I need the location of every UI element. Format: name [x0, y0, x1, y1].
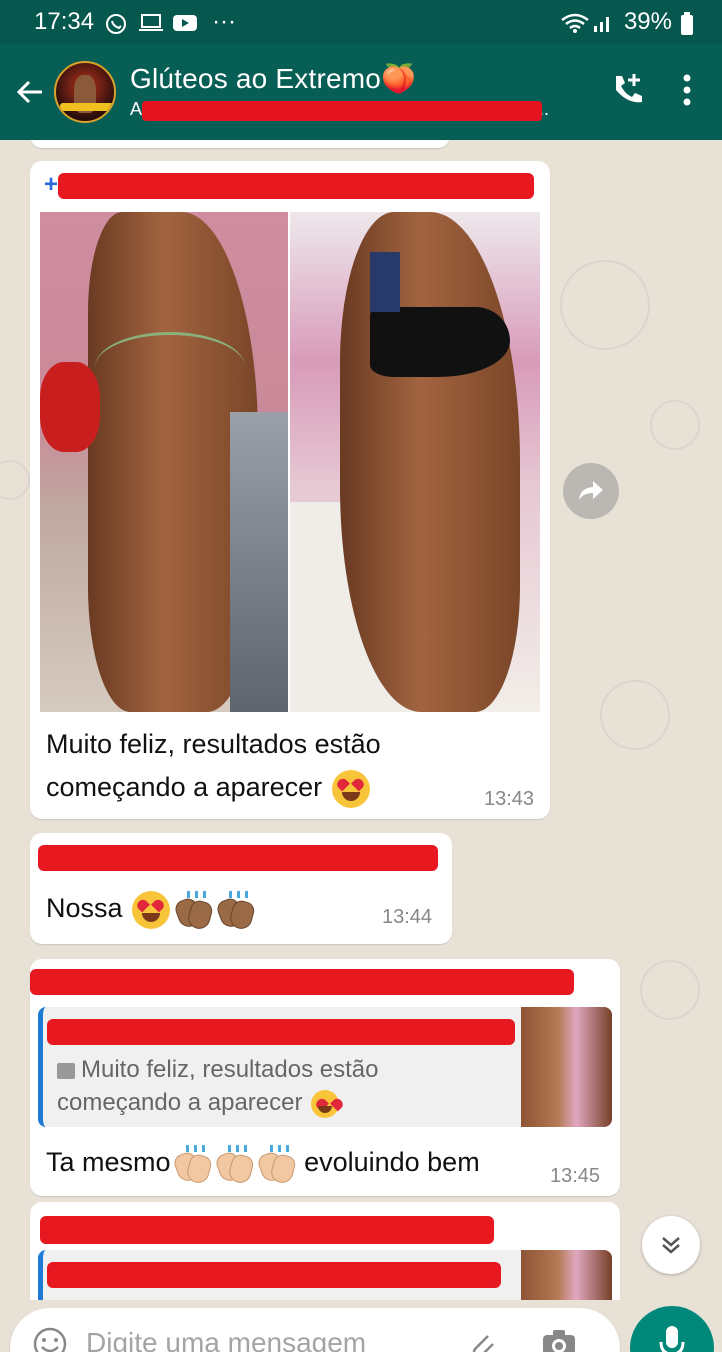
signal-icon	[592, 12, 616, 32]
menu-button[interactable]	[682, 73, 692, 112]
quoted-message[interactable]: Muito feliz, resultados estão começando …	[38, 1007, 612, 1127]
quote-text: Muito feliz, resultados estão começando …	[57, 1053, 378, 1119]
image-icon	[57, 1062, 75, 1079]
smiley-icon	[33, 1327, 67, 1352]
quote-line-2: começando a aparecer	[57, 1086, 378, 1119]
more-notifications: ···	[212, 8, 237, 35]
heart-eyes-emoji	[132, 890, 171, 929]
forward-icon	[579, 481, 603, 500]
message-list[interactable]: + Muito feliz, resultados estão começand…	[0, 140, 722, 1300]
attach-button[interactable]	[464, 1326, 500, 1352]
image-caption: Muito feliz, resultados estão começando …	[46, 723, 381, 809]
more-vert-icon	[683, 74, 691, 105]
message-composer	[10, 1308, 620, 1352]
previous-message[interactable]	[30, 140, 450, 148]
add-call-button[interactable]	[608, 70, 648, 115]
caption-line-2-text: começando a aparecer	[46, 772, 323, 802]
heart-eyes-emoji	[311, 1089, 340, 1118]
image-message[interactable]: + Muito feliz, resultados estão começand…	[30, 161, 550, 819]
phone-plus-icon	[616, 73, 642, 102]
clapping-hands-emoji	[213, 1144, 255, 1186]
status-bar: 17:34 ··· 39%	[0, 0, 722, 44]
arrow-left-icon	[16, 80, 42, 104]
chat-title-area[interactable]: Glúteos ao Extremo🍑 At , ...	[130, 62, 608, 123]
photo-right[interactable]	[290, 212, 540, 712]
quote-line-2-text: começando a aparecer	[57, 1089, 303, 1116]
redaction-mark	[47, 1019, 515, 1045]
redaction-mark	[142, 100, 542, 121]
message-text-after: evoluindo bem	[304, 1147, 480, 1177]
forward-button[interactable]	[563, 463, 619, 519]
message-text: Nossa	[46, 887, 257, 932]
scroll-to-bottom-button[interactable]	[642, 1216, 700, 1274]
redaction-mark	[38, 845, 438, 871]
status-time: 17:34	[34, 8, 95, 35]
voice-message-button[interactable]	[630, 1306, 714, 1352]
emoji-button[interactable]	[32, 1326, 68, 1352]
clapping-hands-emoji	[214, 890, 257, 932]
redaction-mark	[47, 1262, 501, 1288]
clapping-hands-emoji	[171, 1144, 213, 1186]
clapping-hands-emoji	[172, 890, 215, 932]
camera-button[interactable]	[540, 1326, 578, 1352]
battery-icon	[680, 12, 704, 35]
heart-eyes-emoji	[331, 769, 370, 808]
text-message[interactable]: Nossa 13:44	[30, 833, 452, 944]
group-avatar[interactable]	[54, 61, 116, 123]
caption-line-1: Muito feliz, resultados estão	[46, 729, 381, 759]
microphone-icon	[659, 1326, 685, 1352]
back-button[interactable]	[6, 62, 54, 122]
message-text-before: Ta mesmo	[46, 1147, 171, 1177]
message-time: 13:43	[484, 788, 535, 810]
message-time: 13:44	[382, 906, 433, 928]
chat-participants: At , ...	[130, 99, 608, 123]
double-chevron-down-icon	[662, 1237, 680, 1254]
paperclip-icon	[472, 1335, 494, 1352]
message-time: 13:45	[550, 1165, 601, 1187]
camera-icon	[543, 1330, 575, 1352]
reply-message[interactable]: Muito feliz, resultados estão começando …	[30, 959, 620, 1196]
redaction-mark	[30, 969, 574, 995]
sender-prefix: +	[44, 171, 59, 198]
chat-header: Glúteos ao Extremo🍑 At , ...	[0, 44, 722, 140]
photo-left[interactable]	[40, 212, 288, 712]
quote-thumbnail	[521, 1250, 612, 1300]
message-text-value: Nossa	[46, 893, 123, 923]
quoted-message[interactable]	[38, 1250, 612, 1300]
whatsapp-icon	[104, 12, 128, 34]
youtube-icon	[172, 12, 198, 32]
caption-line-2: começando a aparecer	[46, 766, 381, 809]
reply-message-partial[interactable]	[30, 1202, 620, 1300]
battery-percent: 39%	[623, 8, 672, 35]
clapping-hands-emoji	[255, 1144, 297, 1186]
quote-line-1-text: Muito feliz, resultados estão	[81, 1056, 379, 1083]
laptop-icon	[138, 12, 164, 32]
quote-line-1: Muito feliz, resultados estão	[57, 1053, 378, 1086]
redaction-mark	[40, 1216, 494, 1244]
quote-thumbnail	[521, 1007, 612, 1127]
message-input[interactable]	[86, 1326, 456, 1352]
redaction-mark	[58, 173, 534, 199]
chat-title: Glúteos ao Extremo🍑	[130, 62, 417, 94]
wifi-icon	[560, 12, 589, 33]
message-text: Ta mesmo evoluindo bem	[46, 1141, 480, 1186]
